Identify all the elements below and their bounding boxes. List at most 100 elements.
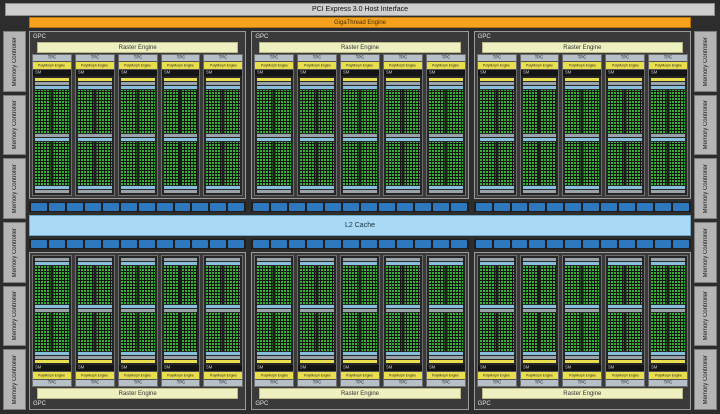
tpc-row: TPC PolyMorph Engine SM TPC PolyMorph Engine… bbox=[254, 255, 466, 387]
sm-body bbox=[298, 76, 336, 195]
tpc-block: TPC PolyMorph Engine SM bbox=[605, 255, 646, 387]
texture-cache-bar bbox=[163, 262, 198, 265]
register-file-bar bbox=[479, 138, 514, 141]
sm-processing-section bbox=[479, 313, 514, 359]
tpc-label: TPC bbox=[492, 55, 501, 61]
core-grid bbox=[428, 266, 463, 304]
scheduler-bar bbox=[385, 134, 420, 137]
texture-units-bar bbox=[163, 190, 198, 193]
crossbar-block bbox=[378, 240, 395, 248]
texture-cache-bar bbox=[479, 262, 514, 265]
core-grid bbox=[35, 266, 69, 304]
scheduler-bar bbox=[77, 309, 112, 312]
sm-label: SM bbox=[565, 365, 572, 371]
memory-controller: Memory Controller bbox=[3, 31, 26, 92]
crossbar-block bbox=[655, 240, 671, 248]
crossbar-block bbox=[210, 240, 227, 248]
memory-controller: Memory Controller bbox=[694, 285, 717, 347]
sm-processing-section bbox=[608, 134, 643, 185]
texture-units-bar bbox=[565, 258, 600, 261]
raster-engine-label: Raster Engine bbox=[118, 44, 157, 51]
crossbar-group bbox=[251, 202, 469, 212]
polymorph-engine-bar: PolyMorph Engine bbox=[298, 371, 337, 380]
scheduler-bar bbox=[120, 134, 155, 137]
sm-processing-section bbox=[77, 313, 112, 359]
polymorph-engine-bar: PolyMorph Engine bbox=[33, 61, 71, 70]
gpc-block: GPC Raster Engine TPC PolyMorph Engine SM TPC… bbox=[29, 252, 247, 410]
polymorph-engine-bar: PolyMorph Engine bbox=[649, 61, 687, 70]
gpc-block: GPC Raster Engine TPC PolyMorph Engine SM TPC… bbox=[473, 252, 691, 410]
texture-cache-bar bbox=[565, 186, 600, 189]
register-file-bar bbox=[522, 352, 557, 355]
crossbar-block bbox=[84, 203, 101, 211]
sm-label: SM bbox=[479, 365, 486, 371]
sm-body bbox=[33, 76, 71, 195]
crossbar-block bbox=[289, 203, 306, 211]
crossbar-block bbox=[174, 240, 191, 248]
core-grid bbox=[522, 90, 557, 133]
sm-processing-section bbox=[428, 134, 463, 185]
scheduler-bar bbox=[343, 356, 377, 359]
register-file-bar bbox=[651, 86, 685, 89]
core-grid bbox=[77, 90, 112, 133]
gigathread-engine-bar: GigaThread Engine bbox=[29, 17, 691, 28]
tpc-label: TPC bbox=[219, 380, 228, 386]
core-grid bbox=[385, 266, 420, 304]
gpc-label: GPC bbox=[255, 401, 269, 407]
tpc-label: TPC bbox=[398, 55, 408, 61]
crossbar-block bbox=[396, 203, 413, 211]
scheduler-bar bbox=[522, 356, 557, 359]
scheduler-bar bbox=[257, 309, 292, 312]
raster-engine-label: Raster Engine bbox=[563, 390, 602, 397]
register-file-bar bbox=[343, 305, 377, 308]
sm-label: SM bbox=[385, 70, 393, 76]
texture-units-bar bbox=[300, 258, 335, 261]
register-file-bar bbox=[428, 352, 463, 355]
scheduler-bar bbox=[163, 82, 198, 85]
core-grid bbox=[343, 90, 377, 133]
register-file-bar bbox=[651, 138, 685, 141]
polymorph-engine-bar: PolyMorph Engine bbox=[383, 61, 422, 70]
tpc-block: TPC PolyMorph Engine SM bbox=[117, 255, 158, 387]
sm-body bbox=[427, 256, 465, 365]
polymorph-engine-label: PolyMorph Engine bbox=[483, 373, 511, 378]
register-file-bar bbox=[565, 86, 600, 89]
crossbar-block bbox=[66, 203, 83, 211]
memory-controller: Memory Controller bbox=[3, 158, 26, 220]
polymorph-engine-label: PolyMorph Engine bbox=[124, 373, 152, 378]
sm-processing-section bbox=[651, 313, 685, 359]
scheduler-bar bbox=[608, 82, 643, 85]
tpc-block: TPC PolyMorph Engine SM bbox=[297, 54, 338, 196]
tpc-label: TPC bbox=[219, 55, 228, 61]
register-file-bar bbox=[300, 138, 335, 141]
sm-processing-section bbox=[206, 266, 241, 312]
core-grid bbox=[120, 90, 155, 133]
polymorph-engine-label: PolyMorph Engine bbox=[432, 373, 460, 378]
texture-cache-bar bbox=[343, 262, 377, 265]
sm-block: SM bbox=[255, 70, 294, 195]
sm-body bbox=[204, 256, 242, 365]
scheduler-bar bbox=[428, 309, 463, 312]
tpc-block: TPC PolyMorph Engine SM bbox=[382, 255, 423, 387]
sm-block: SM bbox=[649, 70, 687, 195]
texture-cache-bar bbox=[206, 186, 241, 189]
core-grid bbox=[77, 142, 112, 185]
memory-controller: Memory Controller bbox=[3, 94, 26, 156]
gpc-label: GPC bbox=[255, 34, 269, 40]
tpc-row: TPC PolyMorph Engine SM TPC PolyMorph Engine… bbox=[32, 255, 244, 387]
core-grid bbox=[35, 313, 69, 351]
gigathread-engine-label: GigaThread Engine bbox=[333, 19, 387, 26]
polymorph-engine-label: PolyMorph Engine bbox=[389, 373, 417, 378]
tpc-block: TPC PolyMorph Engine SM bbox=[297, 255, 338, 387]
sm-block: SM bbox=[520, 70, 559, 195]
sm-block: SM bbox=[161, 70, 200, 195]
polymorph-engine-label: PolyMorph Engine bbox=[303, 373, 331, 378]
scheduler-bar bbox=[77, 134, 112, 137]
tpc-block: TPC PolyMorph Engine SM bbox=[203, 255, 244, 387]
sm-body bbox=[341, 76, 379, 195]
sm-label: SM bbox=[385, 365, 393, 371]
register-file-bar bbox=[385, 138, 420, 141]
polymorph-engine-bar: PolyMorph Engine bbox=[75, 61, 114, 70]
sm-processing-section bbox=[120, 82, 155, 133]
tpc-header: TPC bbox=[649, 380, 687, 386]
